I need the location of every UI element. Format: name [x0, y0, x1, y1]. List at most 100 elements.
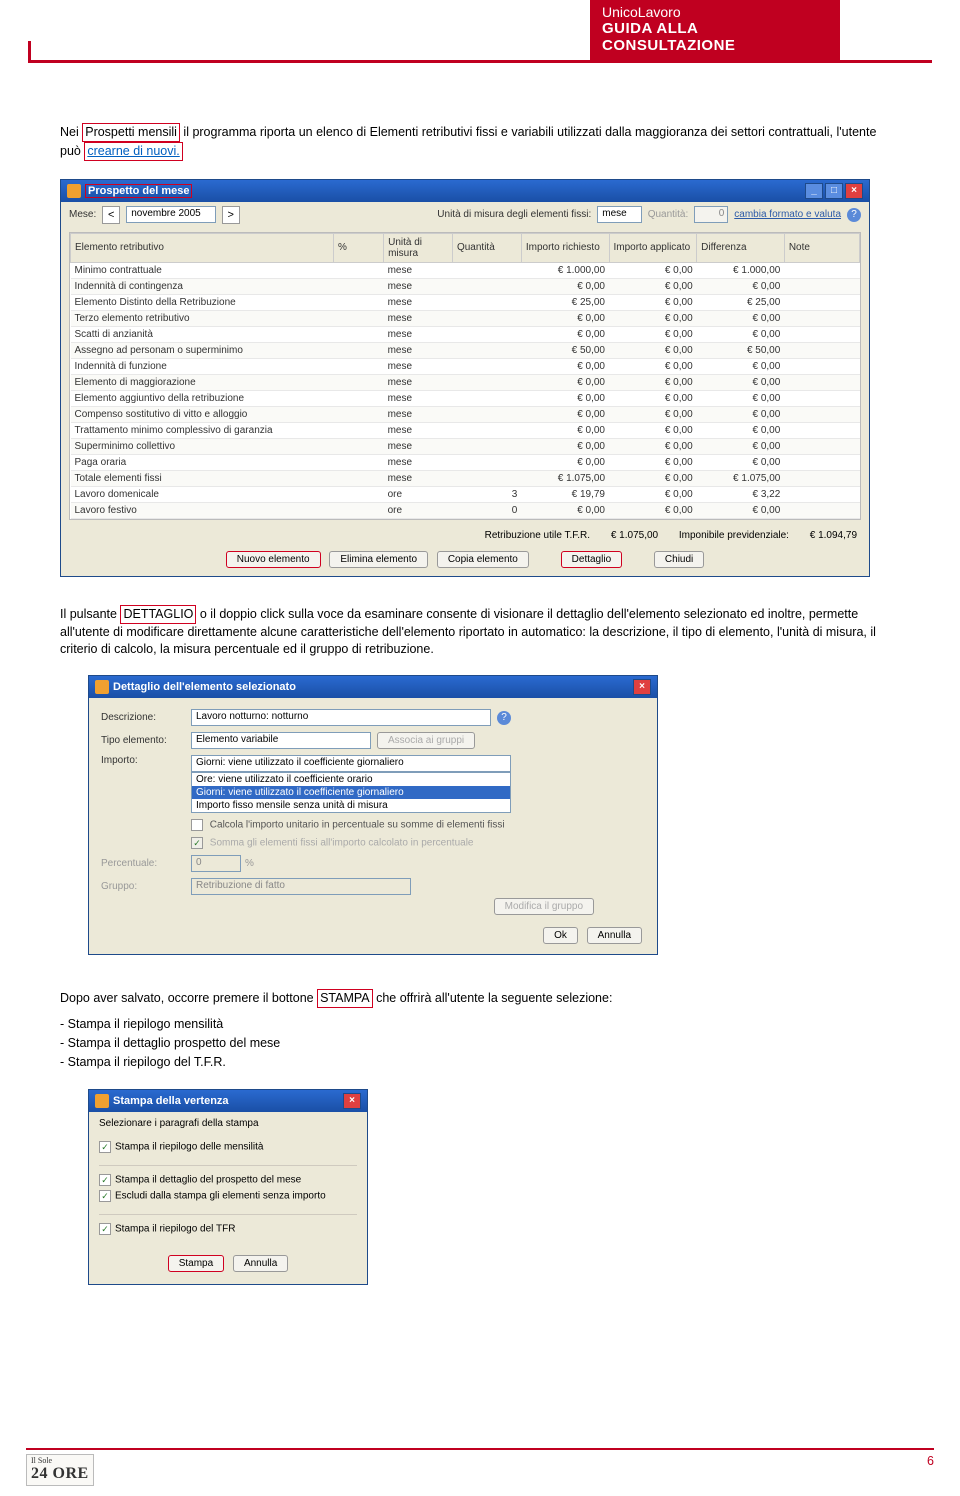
cell-pct — [334, 422, 384, 438]
chk-riepilogo-mensilita[interactable] — [99, 1141, 111, 1153]
cell-note — [784, 358, 859, 374]
cell-note — [784, 294, 859, 310]
cell-qty — [452, 262, 521, 278]
month-selector[interactable]: novembre 2005 — [126, 206, 216, 223]
cell-name: Elemento Distinto della Retribuzione — [71, 294, 334, 310]
table-row[interactable]: Lavoro festivoore0€ 0,00€ 0,00€ 0,00 — [71, 502, 860, 518]
copia-elemento-button[interactable]: Copia elemento — [437, 551, 529, 568]
tfr-label: Retribuzione utile T.F.R. — [485, 530, 590, 541]
table-row[interactable]: Trattamento minimo complessivo di garanz… — [71, 422, 860, 438]
dettaglio-button[interactable]: Dettaglio — [561, 551, 622, 568]
gruppo-label: Gruppo: — [101, 881, 191, 892]
descr-input[interactable]: Lavoro notturno: notturno — [191, 709, 491, 726]
cell-qty: 3 — [452, 486, 521, 502]
cell-qty — [452, 470, 521, 486]
elements-table: Elemento retributivo % Unità di misura Q… — [70, 233, 860, 519]
next-month-button[interactable]: > — [222, 206, 240, 224]
cell-note — [784, 278, 859, 294]
opt-ore[interactable]: Ore: viene utilizzato il coefficiente or… — [192, 773, 510, 786]
table-row[interactable]: Scatti di anzianitàmese€ 0,00€ 0,00€ 0,0… — [71, 326, 860, 342]
importo-select[interactable]: Giorni: viene utilizzato il coefficiente… — [191, 755, 511, 772]
table-row[interactable]: Paga orariamese€ 0,00€ 0,00€ 0,00 — [71, 454, 860, 470]
paragraph-1: Nei Prospetti mensili il programma ripor… — [60, 123, 900, 161]
annulla-button[interactable]: Annulla — [233, 1255, 288, 1272]
cell-name: Minimo contrattuale — [71, 262, 334, 278]
cell-diff: € 0,00 — [697, 358, 785, 374]
window-title: Stampa della vertenza — [113, 1095, 229, 1107]
cell-qty — [452, 310, 521, 326]
close-button[interactable]: × — [633, 679, 651, 695]
cell-imp-rich: € 0,00 — [521, 278, 609, 294]
chk-riepilogo-tfr[interactable] — [99, 1223, 111, 1235]
chk3-label: Escludi dalla stampa gli elementi senza … — [115, 1191, 326, 1202]
table-row[interactable]: Lavoro domenicaleore3€ 19,79€ 0,00€ 3,22 — [71, 486, 860, 502]
close-button[interactable]: × — [845, 183, 863, 199]
table-row[interactable]: Indennità di contingenzamese€ 0,00€ 0,00… — [71, 278, 860, 294]
highlight-stampa: STAMPA — [317, 989, 373, 1008]
chk-somma-fissi — [191, 837, 203, 849]
window-dettaglio: Dettaglio dell'elemento selezionato × De… — [88, 675, 658, 955]
cell-name: Compenso sostitutivo di vitto e alloggio — [71, 406, 334, 422]
elimina-elemento-button[interactable]: Elimina elemento — [329, 551, 428, 568]
opt-importo-fisso[interactable]: Importo fisso mensile senza unità di mis… — [192, 799, 510, 812]
cell-unit: mese — [384, 406, 453, 422]
nuovo-elemento-button[interactable]: Nuovo elemento — [226, 551, 321, 568]
paragraph-3: Dopo aver salvato, occorre premere il bo… — [60, 989, 900, 1008]
cell-imp-app: € 0,00 — [609, 438, 697, 454]
header-rule-vert — [28, 41, 31, 63]
cell-imp-app: € 0,00 — [609, 262, 697, 278]
cell-pct — [334, 358, 384, 374]
table-row[interactable]: Superminimo collettivomese€ 0,00€ 0,00€ … — [71, 438, 860, 454]
help-icon[interactable]: ? — [497, 711, 511, 725]
cell-pct — [334, 326, 384, 342]
list-item-1: - Stampa il riepilogo mensilità — [60, 1016, 900, 1033]
cell-unit: ore — [384, 486, 453, 502]
table-row[interactable]: Elemento Distinto della Retribuzionemese… — [71, 294, 860, 310]
cell-unit: mese — [384, 326, 453, 342]
qty-input[interactable]: 0 — [694, 206, 728, 223]
window-title: Prospetto del mese — [85, 184, 192, 198]
cell-name: Scatti di anzianità — [71, 326, 334, 342]
chiudi-button[interactable]: Chiudi — [654, 551, 704, 568]
chk1-label: Stampa il riepilogo delle mensilità — [115, 1142, 263, 1153]
opt-giorni[interactable]: Giorni: viene utilizzato il coefficiente… — [192, 786, 510, 799]
importo-dropdown-list[interactable]: Ore: viene utilizzato il coefficiente or… — [191, 772, 511, 813]
table-row[interactable]: Compenso sostitutivo di vitto e alloggio… — [71, 406, 860, 422]
prev-month-button[interactable]: < — [102, 206, 120, 224]
minimize-button[interactable]: _ — [805, 183, 823, 199]
table-row[interactable]: Indennità di funzionemese€ 0,00€ 0,00€ 0… — [71, 358, 860, 374]
cell-pct — [334, 486, 384, 502]
cell-diff: € 0,00 — [697, 310, 785, 326]
stampa-button[interactable]: Stampa — [168, 1255, 224, 1272]
table-row[interactable]: Totale elementi fissimese€ 1.075,00€ 0,0… — [71, 470, 860, 486]
cell-qty: 0 — [452, 502, 521, 518]
tipo-input[interactable]: Elemento variabile — [191, 732, 371, 749]
window-icon — [95, 1094, 109, 1108]
chk-dettaglio-prospetto[interactable] — [99, 1174, 111, 1186]
table-row[interactable]: Elemento di maggiorazionemese€ 0,00€ 0,0… — [71, 374, 860, 390]
link-crearne-di-nuovi[interactable]: crearne di nuovi. — [84, 142, 182, 161]
col-elemento: Elemento retributivo — [71, 233, 334, 262]
chk-percentuale[interactable] — [191, 819, 203, 831]
table-row[interactable]: Assegno ad personam o superminimomese€ 5… — [71, 342, 860, 358]
cell-qty — [452, 326, 521, 342]
table-row[interactable]: Minimo contrattualemese€ 1.000,00€ 0,00€… — [71, 262, 860, 278]
maximize-button[interactable]: □ — [825, 183, 843, 199]
cell-diff: € 1.000,00 — [697, 262, 785, 278]
unit-selector[interactable]: mese — [597, 206, 641, 223]
link-cambia-formato[interactable]: cambia formato e valuta — [734, 209, 841, 220]
close-button[interactable]: × — [343, 1093, 361, 1109]
ok-button[interactable]: Ok — [543, 927, 578, 944]
toolbar: Mese: < novembre 2005 > Unità di misura … — [61, 202, 869, 228]
table-row[interactable]: Terzo elemento retributivomese€ 0,00€ 0,… — [71, 310, 860, 326]
cell-diff: € 1.075,00 — [697, 470, 785, 486]
p2-pre: Il pulsante — [60, 607, 120, 621]
table-row[interactable]: Elemento aggiuntivo della retribuzioneme… — [71, 390, 860, 406]
chk-escludi-senza-importo[interactable] — [99, 1190, 111, 1202]
annulla-button[interactable]: Annulla — [587, 927, 642, 944]
paragraph-2: Il pulsante DETTAGLIO o il doppio click … — [60, 605, 900, 658]
col-imp-app: Importo applicato — [609, 233, 697, 262]
help-icon[interactable]: ? — [847, 208, 861, 222]
cell-pct — [334, 310, 384, 326]
cell-imp-rich: € 0,00 — [521, 390, 609, 406]
